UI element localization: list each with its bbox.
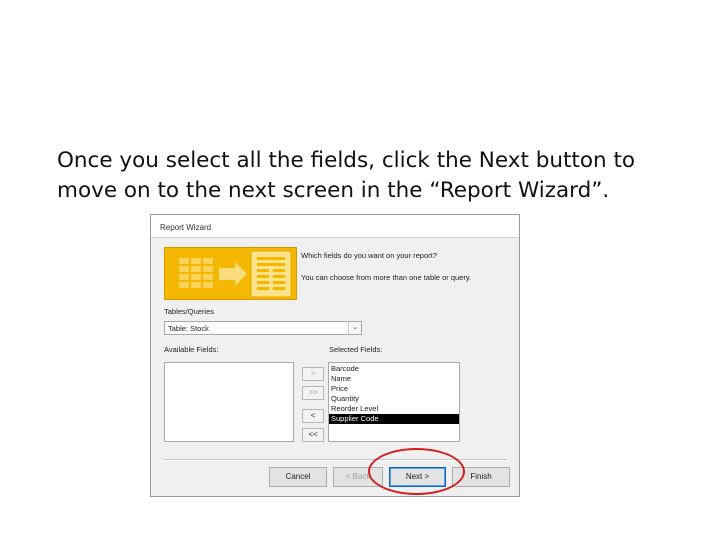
tables-queries-select[interactable]: Table: Stock ⌄ (164, 321, 362, 335)
tables-queries-label: Tables/Queries (164, 307, 215, 316)
dialog-title: Report Wizard (160, 223, 212, 232)
finish-button[interactable]: Finish (452, 467, 510, 487)
selected-field-item[interactable]: Reorder Level (329, 404, 459, 414)
selected-field-item[interactable]: Price (329, 384, 459, 394)
selected-field-item[interactable]: Barcode (329, 364, 459, 374)
add-all-fields-button[interactable]: >> (302, 386, 324, 400)
add-field-button[interactable]: > (302, 367, 324, 381)
slide-caption: Once you select all the fields, click th… (57, 146, 697, 206)
remove-all-fields-button[interactable]: << (302, 428, 324, 442)
available-fields-label: Available Fields: (164, 345, 219, 354)
remove-field-button[interactable]: < (302, 409, 324, 423)
back-button[interactable]: < Back (333, 467, 383, 487)
next-button[interactable]: Next > (389, 467, 446, 487)
selected-field-item[interactable]: Quantity (329, 394, 459, 404)
report-wizard-dialog: Report Wizard Which fields do you want o… (150, 214, 520, 497)
cancel-button[interactable]: Cancel (269, 467, 327, 487)
caption-line-1: Once you select all the fields, click th… (57, 148, 636, 173)
fields-prompt: Which fields do you want on your report? (301, 251, 437, 260)
selected-field-item[interactable]: Name (329, 374, 459, 384)
selected-fields-list[interactable]: Barcode Name Price Quantity Reorder Level Sup… (328, 362, 460, 442)
caption-line-2: move on to the next screen in the “Repor… (57, 178, 610, 203)
title-bar: Report Wizard (151, 215, 519, 238)
tables-queries-value: Table: Stock (168, 324, 209, 333)
selected-field-item[interactable]: Supplier Code (329, 414, 459, 424)
button-separator (163, 459, 507, 461)
fields-subprompt: You can choose from more than one table … (301, 273, 472, 282)
report-wizard-banner-icon (164, 247, 297, 300)
available-fields-list[interactable] (164, 362, 294, 442)
chevron-down-icon[interactable]: ⌄ (348, 322, 361, 334)
selected-fields-label: Selected Fields: (329, 345, 383, 354)
